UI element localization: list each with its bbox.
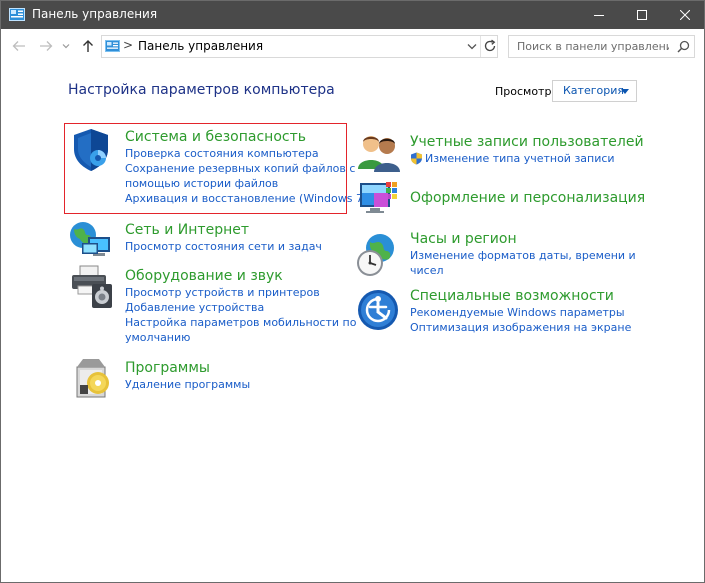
shield-icon[interactable] [70,127,112,173]
control-panel-window: Панель управления > Панель управления По… [0,0,705,583]
chevron-down-icon[interactable] [466,41,478,52]
category-title-ease-of-access[interactable]: Специальные возможности [410,287,631,305]
category-system-security: Система и безопасность Проверка состояни… [125,128,367,206]
link-mobility-settings[interactable]: Настройка параметров мобильности по [125,315,356,330]
search-icon[interactable] [677,40,690,53]
clock-region-icon[interactable] [354,232,400,278]
view-by-value: Категория [563,84,624,97]
recent-locations-button[interactable] [60,38,72,54]
link-recommended-windows-settings[interactable]: Рекомендуемые Windows параметры [410,305,631,320]
programs-icon[interactable] [74,355,114,399]
search-box[interactable] [508,35,695,58]
window-title: Панель управления [32,7,158,21]
printer-speaker-icon[interactable] [70,264,116,310]
arrow-left-icon [12,41,25,51]
category-title-clock-region[interactable]: Часы и регион [410,230,636,248]
link-mobility-settings-line2[interactable]: умолчанию [125,330,356,345]
view-by-dropdown[interactable]: Категория [552,80,637,102]
category-ease-of-access: Специальные возможности Рекомендуемые Wi… [410,287,631,335]
arrow-up-icon [83,40,93,52]
control-panel-icon [105,40,120,52]
category-title-user-accounts[interactable]: Учетные записи пользователей [410,133,644,151]
category-hardware-sound: Оборудование и звук Просмотр устройств и… [125,267,356,345]
navigation-bar: > Панель управления [1,29,704,63]
link-change-date-time-formats-line2[interactable]: чисел [410,263,636,278]
link-save-backup-copies[interactable]: Сохранение резервных копий файлов с [125,161,367,176]
minimize-button[interactable] [576,1,621,29]
category-title-programs[interactable]: Программы [125,359,250,377]
category-title-system-security[interactable]: Система и безопасность [125,128,367,146]
link-change-account-type[interactable]: Изменение типа учетной записи [410,151,644,166]
category-programs: Программы Удаление программы [125,359,250,392]
minimize-icon [593,15,604,16]
back-button[interactable] [10,38,28,54]
category-clock-region: Часы и регион Изменение форматов даты, в… [410,230,636,278]
maximize-button[interactable] [619,1,664,29]
link-backup-restore-win7[interactable]: Архивация и восстановление (Windows 7) [125,191,367,206]
ease-of-access-icon[interactable] [356,288,400,332]
maximize-icon [636,10,647,20]
user-accounts-icon[interactable] [356,131,402,173]
up-button[interactable] [79,38,97,54]
link-add-device[interactable]: Добавление устройства [125,300,356,315]
link-view-network-status[interactable]: Просмотр состояния сети и задач [125,239,322,254]
view-by-label: Просмотр: [495,85,556,98]
network-globe-icon[interactable] [68,219,114,261]
link-save-backup-copies-line2[interactable]: помощью истории файлов [125,176,367,191]
category-appearance-personalization: Оформление и персонализация [410,189,645,207]
arrow-right-icon [40,41,53,51]
breadcrumb-control-panel[interactable]: Панель управления [138,39,263,53]
breadcrumb-separator[interactable]: > [123,38,133,52]
chevron-down-icon [62,44,70,49]
forward-button[interactable] [37,38,55,54]
uac-shield-icon [411,152,422,165]
category-title-hardware-sound[interactable]: Оборудование и звук [125,267,356,285]
link-optimize-visual-display[interactable]: Оптимизация изображения на экране [410,320,631,335]
search-input[interactable] [509,36,669,57]
category-network-internet: Сеть и Интернет Просмотр состояния сети … [125,221,322,254]
refresh-icon[interactable] [483,39,497,53]
page-title: Настройка параметров компьютера [68,82,335,98]
address-divider [480,36,481,57]
title-bar[interactable]: Панель управления [1,1,704,29]
dropdown-arrow-icon [621,89,629,94]
link-change-account-type-label: Изменение типа учетной записи [425,152,615,165]
link-check-computer-status[interactable]: Проверка состояния компьютера [125,146,367,161]
control-panel-icon [9,8,25,21]
category-user-accounts: Учетные записи пользователей Изменение т… [410,133,644,166]
appearance-personalization-icon[interactable] [358,180,402,222]
link-view-devices-printers[interactable]: Просмотр устройств и принтеров [125,285,356,300]
close-icon [679,10,690,20]
close-button[interactable] [662,1,705,29]
category-title-network-internet[interactable]: Сеть и Интернет [125,221,322,239]
link-uninstall-program[interactable]: Удаление программы [125,377,250,392]
link-change-date-time-formats[interactable]: Изменение форматов даты, времени и [410,248,636,263]
address-bar[interactable]: > Панель управления [101,35,498,58]
category-title-appearance-personalization[interactable]: Оформление и персонализация [410,189,645,207]
